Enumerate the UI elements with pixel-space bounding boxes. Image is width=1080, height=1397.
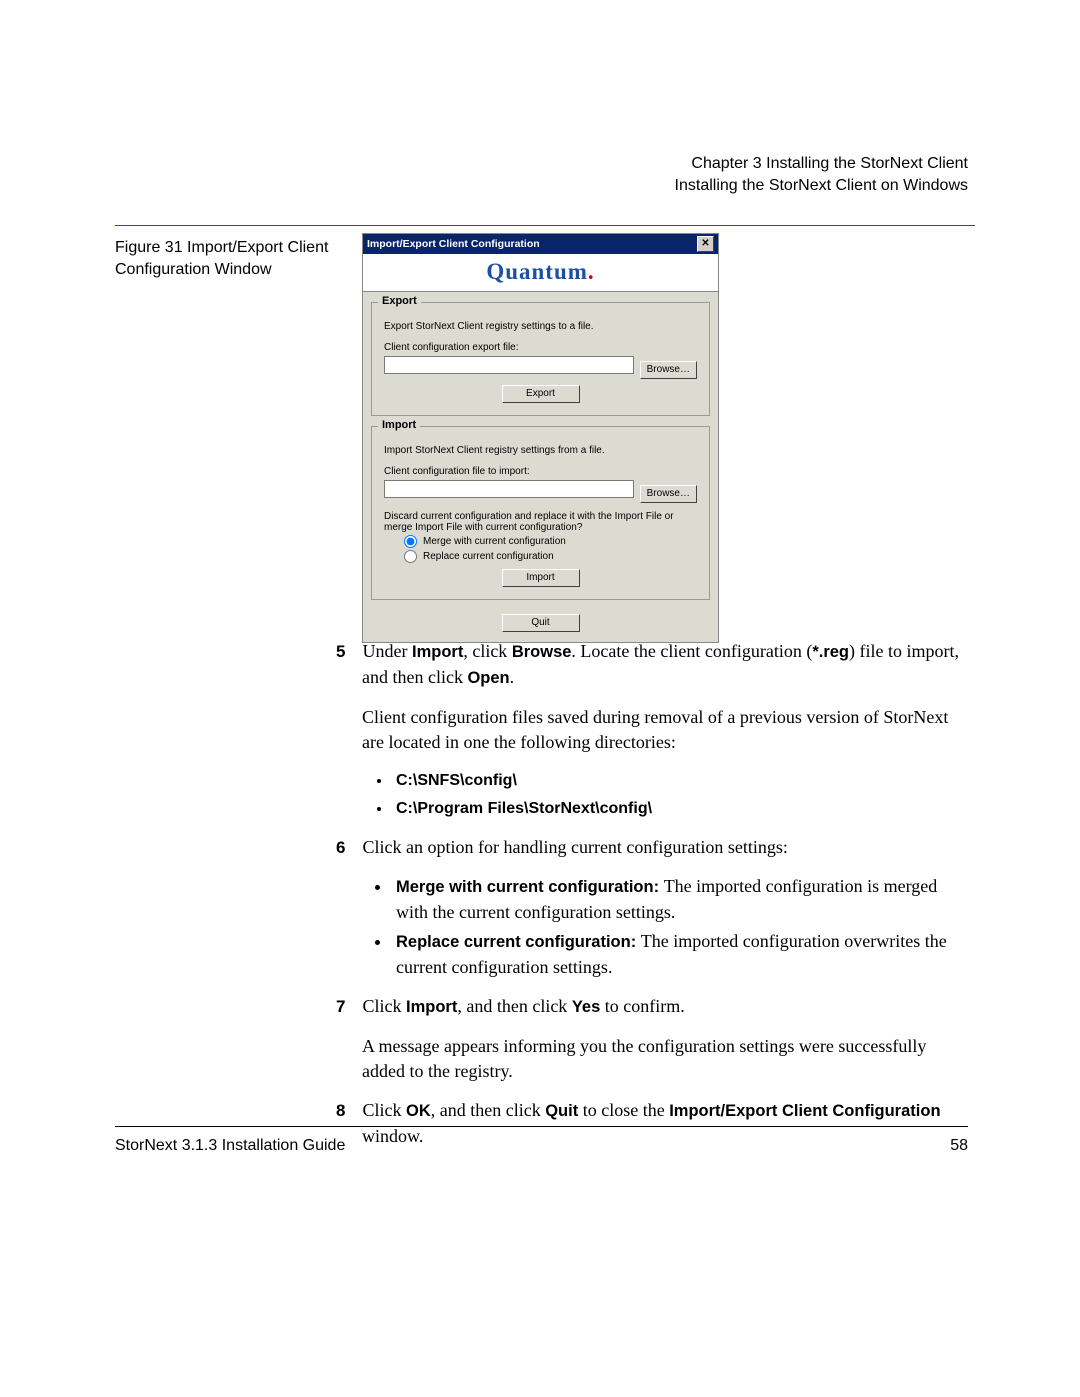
- step-6-number: 6: [336, 835, 358, 860]
- step-8-number: 8: [336, 1098, 358, 1123]
- s7-t3: to confirm.: [600, 996, 684, 1016]
- s5-b3: *.reg: [812, 643, 849, 661]
- import-browse-button[interactable]: Browse…: [640, 485, 697, 503]
- s6-b1lead: Merge with current configuration:: [396, 878, 664, 896]
- replace-radio-label: Replace current configuration: [423, 551, 554, 562]
- step-5-note: Client configuration files saved during …: [362, 705, 972, 755]
- step-5: 5 Under Import, click Browse. Locate the…: [362, 639, 972, 691]
- s6-b2lead: Replace current configuration:: [396, 933, 641, 951]
- s8-b1: OK: [406, 1102, 431, 1120]
- step-6-bullet-2: Replace current configuration: The impor…: [392, 929, 972, 980]
- quit-button[interactable]: Quit: [502, 614, 580, 632]
- path-list: C:\SNFS\config\ C:\Program Files\StorNex…: [392, 769, 972, 821]
- s5-t1: Under: [363, 641, 412, 661]
- brand-dot: .: [588, 259, 595, 284]
- running-header: Chapter 3 Installing the StorNext Client…: [675, 153, 968, 197]
- export-browse-button[interactable]: Browse…: [640, 361, 697, 379]
- divider-rule: [115, 225, 975, 226]
- step-7-note: A message appears informing you the conf…: [362, 1034, 972, 1084]
- dialog-title: Import/Export Client Configuration: [367, 238, 540, 250]
- step-6: 6 Click an option for handling current c…: [362, 835, 972, 860]
- s8-t2: , and then click: [431, 1100, 545, 1120]
- s7-t1: Click: [363, 996, 407, 1016]
- merge-radio-row[interactable]: Merge with current configuration: [404, 535, 697, 548]
- header-line-1: Chapter 3 Installing the StorNext Client: [675, 153, 968, 175]
- page-footer: StorNext 3.1.3 Installation Guide 58: [115, 1126, 968, 1155]
- s8-b3: Import/Export Client Configuration: [669, 1102, 940, 1120]
- export-button[interactable]: Export: [502, 385, 580, 403]
- export-desc: Export StorNext Client registry settings…: [384, 321, 697, 332]
- import-group: Import Import StorNext Client registry s…: [371, 426, 710, 600]
- path-1: C:\SNFS\config\: [392, 769, 972, 793]
- step-6-bullet-1: Merge with current configuration: The im…: [392, 874, 972, 925]
- import-file-input[interactable]: [384, 480, 634, 498]
- s5-b4: Open: [467, 669, 509, 687]
- close-icon[interactable]: ✕: [697, 236, 714, 252]
- export-field-label: Client configuration export file:: [384, 342, 697, 353]
- path-2: C:\Program Files\StorNext\config\: [392, 797, 972, 821]
- body-content: 5 Under Import, click Browse. Locate the…: [362, 639, 972, 1163]
- export-legend: Export: [378, 295, 421, 307]
- header-line-2: Installing the StorNext Client on Window…: [675, 175, 968, 197]
- replace-radio[interactable]: [404, 550, 417, 563]
- step-5-number: 5: [336, 639, 358, 664]
- s5-t3: . Locate the client configuration (: [571, 641, 812, 661]
- import-desc: Import StorNext Client registry settings…: [384, 445, 697, 456]
- s5-t5: .: [510, 667, 515, 687]
- step-7-number: 7: [336, 994, 358, 1019]
- import-button[interactable]: Import: [502, 569, 580, 587]
- import-legend: Import: [378, 419, 420, 431]
- figure-caption: Figure 31 Import/Export Client Configura…: [115, 237, 345, 281]
- s5-b2: Browse: [512, 643, 572, 661]
- footer-page-number: 58: [950, 1137, 968, 1155]
- merge-radio[interactable]: [404, 535, 417, 548]
- s8-t3: to close the: [578, 1100, 669, 1120]
- export-file-input[interactable]: [384, 356, 634, 374]
- brand-strip: Quantum.: [363, 254, 718, 292]
- step-7: 7 Click Import, and then click Yes to co…: [362, 994, 972, 1020]
- step-6-text: Click an option for handling current con…: [363, 837, 788, 857]
- s7-b2: Yes: [572, 998, 600, 1016]
- merge-radio-label: Merge with current configuration: [423, 536, 566, 547]
- s5-t2: , click: [463, 641, 511, 661]
- s8-t1: Click: [363, 1100, 407, 1120]
- dialog-title-bar: Import/Export Client Configuration ✕: [363, 234, 718, 254]
- import-field-label: Client configuration file to import:: [384, 466, 697, 477]
- footer-left: StorNext 3.1.3 Installation Guide: [115, 1137, 345, 1155]
- s5-b1: Import: [412, 643, 463, 661]
- import-question: Discard current configuration and replac…: [384, 511, 697, 533]
- s7-b1: Import: [406, 998, 457, 1016]
- step-6-bullets: Merge with current configuration: The im…: [392, 874, 972, 980]
- export-group: Export Export StorNext Client registry s…: [371, 302, 710, 416]
- s7-t2: , and then click: [457, 996, 571, 1016]
- import-export-dialog: Import/Export Client Configuration ✕ Qua…: [362, 233, 719, 643]
- s8-b2: Quit: [545, 1102, 578, 1120]
- replace-radio-row[interactable]: Replace current configuration: [404, 550, 697, 563]
- brand-text: Quantum: [486, 259, 588, 284]
